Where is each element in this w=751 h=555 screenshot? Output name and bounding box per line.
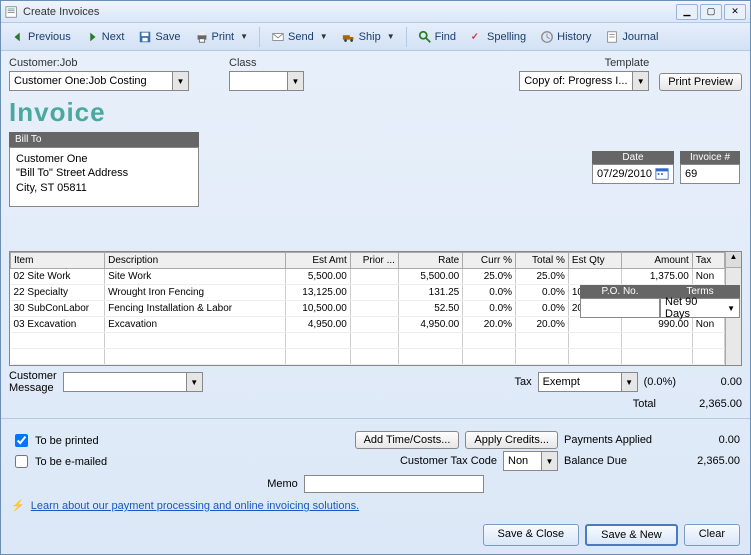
titlebar: Create Invoices ▁ ▢ ✕ [1, 1, 750, 23]
date-field[interactable]: 07/29/2010 [592, 164, 674, 184]
invoice-no-header: Invoice # [680, 151, 740, 164]
date-header: Date [592, 151, 674, 164]
terms-combo[interactable]: Net 90 Days▼ [660, 298, 740, 318]
col-item[interactable]: Item [11, 253, 105, 269]
chevron-down-icon[interactable]: ▼ [621, 373, 637, 391]
send-button[interactable]: Send▼ [265, 27, 334, 47]
minimize-button[interactable]: ▁ [676, 4, 698, 20]
close-button[interactable]: ✕ [724, 4, 746, 20]
chevron-down-icon[interactable]: ▼ [632, 72, 648, 90]
col-est-amt[interactable]: Est Amt [286, 253, 350, 269]
template-combo[interactable]: Copy of: Progress I...▼ [519, 71, 649, 91]
total-amount: 2,365.00 [662, 398, 742, 410]
tax-label: Tax [514, 376, 531, 388]
save-button[interactable]: Save [132, 27, 186, 47]
add-time-costs-button[interactable]: Add Time/Costs... [355, 431, 460, 449]
search-icon [418, 30, 432, 44]
truck-icon [342, 30, 356, 44]
balance-due-value: 2,365.00 [680, 455, 740, 467]
class-label: Class [229, 57, 304, 69]
chevron-down-icon[interactable]: ▼ [541, 452, 557, 470]
ship-button[interactable]: Ship▼ [336, 27, 401, 47]
apply-credits-button[interactable]: Apply Credits... [465, 431, 558, 449]
print-preview-button[interactable]: Print Preview [659, 73, 742, 91]
col-rate[interactable]: Rate [398, 253, 462, 269]
tax-amount: 0.00 [682, 376, 742, 388]
chevron-down-icon[interactable]: ▼ [186, 373, 202, 391]
class-combo[interactable]: ▼ [229, 71, 304, 91]
balance-due-label: Balance Due [564, 455, 674, 467]
to-be-printed-checkbox[interactable] [15, 434, 28, 447]
journal-button[interactable]: Journal [599, 27, 664, 47]
mail-icon [271, 30, 285, 44]
payments-applied-label: Payments Applied [564, 434, 674, 446]
spellcheck-icon: ✓ [470, 30, 484, 44]
svg-text:✓: ✓ [471, 31, 479, 42]
chevron-down-icon[interactable]: ▼ [172, 72, 188, 90]
customer-job-combo[interactable]: Customer One:Job Costing▼ [9, 71, 189, 91]
scroll-up-icon[interactable]: ▲ [726, 252, 741, 268]
invoice-title: Invoice [9, 97, 742, 128]
find-button[interactable]: Find [412, 27, 462, 47]
template-label: Template [519, 57, 649, 69]
clear-button[interactable]: Clear [684, 524, 740, 546]
memo-field[interactable] [304, 475, 484, 493]
bill-to-address[interactable]: Customer One "Bill To" Street Address Ci… [9, 147, 199, 207]
col-curr[interactable]: Curr % [463, 253, 516, 269]
memo-label: Memo [267, 478, 298, 490]
total-label: Total [633, 398, 656, 410]
customer-tax-code-combo[interactable]: Non▼ [503, 451, 558, 471]
col-tax[interactable]: Tax [692, 253, 724, 269]
table-row[interactable]: 02 Site WorkSite Work5,500.005,500.0025.… [11, 269, 725, 285]
chevron-down-icon[interactable]: ▼ [317, 32, 328, 41]
customer-job-label: Customer:Job [9, 57, 189, 69]
app-icon [5, 5, 19, 19]
history-button[interactable]: History [534, 27, 597, 47]
customer-message-label: Customer Message [9, 370, 57, 394]
col-prior[interactable]: Prior ... [350, 253, 398, 269]
chevron-down-icon[interactable]: ▼ [237, 32, 248, 41]
lightning-icon: ⚡ [11, 500, 25, 512]
next-button[interactable]: Next [79, 27, 131, 47]
chevron-down-icon[interactable]: ▼ [287, 72, 303, 90]
col-total-pct[interactable]: Total % [516, 253, 569, 269]
col-description[interactable]: Description [105, 253, 286, 269]
print-icon [195, 30, 209, 44]
spelling-button[interactable]: ✓Spelling [464, 27, 532, 47]
customer-message-combo[interactable]: ▼ [63, 372, 203, 392]
arrow-left-icon [11, 30, 25, 44]
po-no-field[interactable] [580, 298, 660, 318]
invoice-no-field[interactable]: 69 [680, 164, 740, 184]
divider [1, 418, 750, 419]
separator [259, 27, 260, 47]
window-title: Create Invoices [23, 6, 676, 18]
save-icon [138, 30, 152, 44]
chevron-down-icon[interactable]: ▼ [727, 304, 735, 313]
print-button[interactable]: Print▼ [189, 27, 255, 47]
journal-icon [605, 30, 619, 44]
tax-combo[interactable]: Exempt▼ [538, 372, 638, 392]
to-be-emailed-checkbox[interactable] [15, 455, 28, 468]
separator [406, 27, 407, 47]
save-and-close-button[interactable]: Save & Close [483, 524, 580, 546]
customer-tax-code-label: Customer Tax Code [400, 455, 497, 467]
learn-link[interactable]: Learn about our payment processing and o… [31, 500, 359, 512]
po-no-header: P.O. No. [580, 285, 660, 298]
bill-to-header: Bill To [9, 132, 199, 147]
maximize-button[interactable]: ▢ [700, 4, 722, 20]
col-est-qty[interactable]: Est Qty [568, 253, 621, 269]
table-row[interactable]: 03 ExcavationExcavation4,950.004,950.002… [11, 317, 725, 333]
save-and-new-button[interactable]: Save & New [585, 524, 678, 546]
toolbar: Previous Next Save Print▼ Send▼ Ship▼ Fi… [1, 23, 750, 51]
chevron-down-icon[interactable]: ▼ [384, 32, 395, 41]
previous-button[interactable]: Previous [5, 27, 77, 47]
col-amount[interactable]: Amount [621, 253, 692, 269]
payments-applied-value: 0.00 [680, 434, 740, 446]
arrow-right-icon [85, 30, 99, 44]
tax-pct: (0.0%) [644, 376, 676, 388]
history-icon [540, 30, 554, 44]
calendar-icon[interactable] [655, 167, 669, 181]
